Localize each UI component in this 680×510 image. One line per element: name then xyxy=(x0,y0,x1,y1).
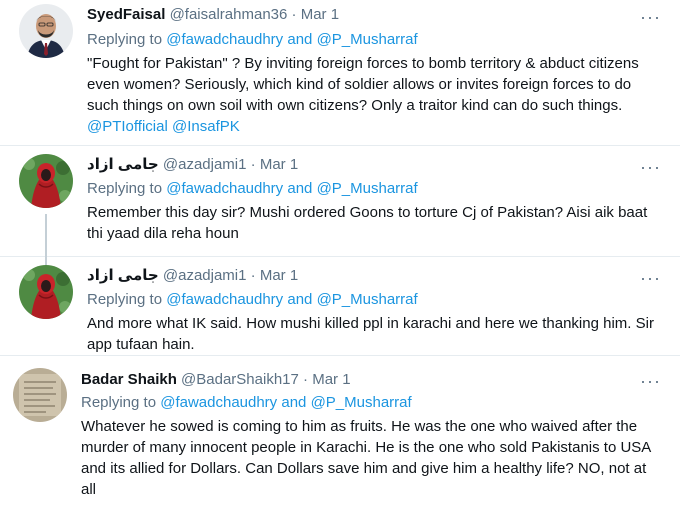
tweet-text-content: And more what IK said. How mushi killed … xyxy=(87,315,654,353)
mention-link[interactable]: @P_Musharraf xyxy=(317,31,418,48)
tweet[interactable]: SyedFaisal @faisalrahman36 · Mar 1 ··· R… xyxy=(0,0,680,146)
tweet-text-content: Whatever he sowed is coming to him as fr… xyxy=(81,418,651,498)
separator-dot: · xyxy=(250,156,256,173)
tweet-text: Whatever he sowed is coming to him as fr… xyxy=(81,416,661,500)
mention-and: and xyxy=(281,394,307,411)
mention-and: and xyxy=(287,291,313,308)
mention-link[interactable]: @fawadchaudhry xyxy=(166,180,283,197)
tweet-header: SyedFaisal @faisalrahman36 · Mar 1 xyxy=(87,5,339,25)
replying-prefix: Replying to xyxy=(87,291,163,308)
tweet-header: Badar Shaikh @BadarShaikh17 · Mar 1 xyxy=(81,370,351,390)
user-photo-icon xyxy=(19,154,73,208)
avatar[interactable] xyxy=(13,368,67,422)
separator-dot: · xyxy=(291,6,297,23)
avatar[interactable] xyxy=(19,4,73,58)
more-options-icon[interactable]: ··· xyxy=(640,158,660,180)
mention-link[interactable]: @P_Musharraf xyxy=(317,291,418,308)
tweet-text: And more what IK said. How mushi killed … xyxy=(87,313,662,355)
avatar[interactable] xyxy=(19,154,73,208)
mention-and: and xyxy=(287,31,313,48)
mention-link[interactable]: @fawadchaudhry xyxy=(160,394,277,411)
tweet-header: جامی ازاد @azadjami1 · Mar 1 xyxy=(87,266,298,286)
display-name[interactable]: SyedFaisal xyxy=(87,6,165,23)
mention-link[interactable]: @fawadchaudhry xyxy=(166,31,283,48)
tweet-text-content: Remember this day sir? Mushi ordered Goo… xyxy=(87,204,648,242)
mention-link[interactable]: @fawadchaudhry xyxy=(166,291,283,308)
tweet[interactable]: جامی ازاد @azadjami1 · Mar 1 ··· Replyin… xyxy=(0,146,680,257)
mention-link[interactable]: @P_Musharraf xyxy=(311,394,412,411)
tweet[interactable]: جامی ازاد @azadjami1 · Mar 1 ··· Replyin… xyxy=(0,257,680,356)
more-options-icon[interactable]: ··· xyxy=(640,8,660,30)
mention-link[interactable]: @P_Musharraf xyxy=(317,180,418,197)
user-handle[interactable]: @azadjami1 xyxy=(163,156,247,173)
user-handle[interactable]: @azadjami1 xyxy=(163,267,247,284)
user-photo-icon xyxy=(13,368,67,422)
user-photo-icon xyxy=(19,4,73,58)
tweet-date[interactable]: Mar 1 xyxy=(260,156,298,173)
tweet-date[interactable]: Mar 1 xyxy=(312,371,350,388)
display-name[interactable]: Badar Shaikh xyxy=(81,371,177,388)
more-options-icon[interactable]: ··· xyxy=(640,269,660,291)
mention-link[interactable]: @InsafPK xyxy=(172,118,240,135)
thread-line xyxy=(45,257,47,265)
tweet-text: "Fought for Pakistan" ? By inviting fore… xyxy=(87,53,662,137)
replying-prefix: Replying to xyxy=(87,31,163,48)
user-handle[interactable]: @BadarShaikh17 xyxy=(181,371,299,388)
replying-to: Replying to @fawadchaudhry and @P_Mushar… xyxy=(87,30,418,50)
tweet[interactable]: Badar Shaikh @BadarShaikh17 · Mar 1 ··· … xyxy=(0,356,680,510)
replying-to: Replying to @fawadchaudhry and @P_Mushar… xyxy=(87,290,418,310)
separator-dot: · xyxy=(250,267,256,284)
tweet-text-content: "Fought for Pakistan" ? By inviting fore… xyxy=(87,55,639,114)
avatar[interactable] xyxy=(19,265,73,319)
user-photo-icon xyxy=(19,265,73,319)
separator-dot: · xyxy=(303,371,309,388)
display-name[interactable]: جامی ازاد xyxy=(87,156,159,173)
tweet-date[interactable]: Mar 1 xyxy=(301,6,339,23)
replying-prefix: Replying to xyxy=(81,394,157,411)
display-name[interactable]: جامی ازاد xyxy=(87,267,159,284)
more-options-icon[interactable]: ··· xyxy=(640,372,660,394)
replying-to: Replying to @fawadchaudhry and @P_Mushar… xyxy=(87,179,418,199)
reply-feed: SyedFaisal @faisalrahman36 · Mar 1 ··· R… xyxy=(0,0,680,510)
mention-link[interactable]: @PTIofficial xyxy=(87,118,168,135)
replying-to: Replying to @fawadchaudhry and @P_Mushar… xyxy=(81,393,412,413)
mention-and: and xyxy=(287,180,313,197)
tweet-text: Remember this day sir? Mushi ordered Goo… xyxy=(87,202,662,244)
thread-line xyxy=(45,214,47,257)
user-handle[interactable]: @faisalrahman36 xyxy=(170,6,288,23)
tweet-date[interactable]: Mar 1 xyxy=(260,267,298,284)
tweet-header: جامی ازاد @azadjami1 · Mar 1 xyxy=(87,155,298,175)
replying-prefix: Replying to xyxy=(87,180,163,197)
